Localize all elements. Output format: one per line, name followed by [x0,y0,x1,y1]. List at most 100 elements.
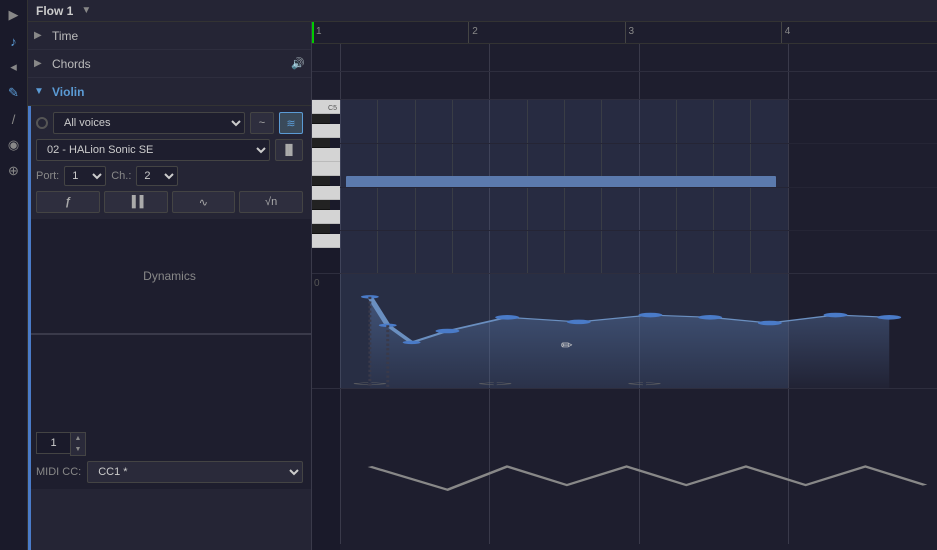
toolbar-point[interactable]: ◉ [3,134,25,156]
bar-line-1 [340,44,341,71]
wave-btn-2[interactable]: ≋ [279,112,303,134]
marker-4: 4 [781,22,791,43]
piano-key-white[interactable]: C5 [312,100,340,114]
chords-row-content[interactable] [340,72,937,100]
left-panel: ▶ Time ▶ Chords 🔊 ▼ Violin All voices [28,22,312,550]
wave-btn-1[interactable]: ~ [250,112,274,134]
flow-dropdown-arrow[interactable]: ▼ [81,5,91,16]
piano-key-white[interactable] [312,124,340,138]
midi-num-up[interactable]: ▲ [71,433,85,444]
midi-num-down[interactable]: ▼ [71,444,85,455]
violin-notes-row[interactable]: C5 [340,100,937,274]
piano-key-black[interactable] [312,114,330,124]
chords-track-header[interactable]: ▶ Chords 🔊 [28,50,311,78]
dynamics-row[interactable]: <> <> <> ✏ [340,274,937,389]
midi-cc-select-row: MIDI CC: CC1 * CC2 CC7 CC11 [36,461,303,483]
time-row-content [340,44,937,72]
midi-cc-select[interactable]: CC1 * CC2 CC7 CC11 [87,461,303,483]
bar-line-3 [639,44,640,71]
piano-key-black[interactable] [312,200,330,210]
violin-track-label: Violin [52,85,305,99]
chords-speaker-icon: 🔊 [291,57,305,70]
piano-key-white[interactable] [312,234,340,248]
piano-white-keys: C5 [312,100,340,273]
violin-expand-arrow: ▼ [34,86,48,97]
toolbar-extra[interactable]: ⊕ [3,160,25,182]
midi-cc-row[interactable] [340,389,937,544]
dynamics-label-area: Dynamics [28,219,311,334]
c5-label: C5 [328,105,337,112]
piano-key-white[interactable] [312,162,340,176]
piano-key-white[interactable] [312,186,340,200]
right-area: 1 2 3 4 [312,22,937,550]
voices-radio[interactable] [36,117,48,129]
chords-row-piano [312,72,340,100]
timeline: 1 2 3 4 [312,22,937,44]
svg-text:<>: <> [478,381,513,387]
piano-key-black[interactable] [312,224,330,234]
midi-cc-curve-svg [340,389,937,544]
chords-expand-arrow: ▶ [34,58,48,69]
piano-key-black[interactable] [312,176,330,186]
port-label: Port: [36,170,59,182]
violin-controls: All voices ~ ≋ 02 - HALion Sonic SE ▐▌ P… [28,106,311,219]
toolbar-pencil[interactable]: ✎ [3,82,25,104]
dynamics-zero-label: 0 [312,274,340,293]
midi-num-arrows: ▲ ▼ [70,432,86,456]
func-btn-bars[interactable]: ▐▐ [104,191,168,213]
piano-roll-area: C5 [312,44,937,550]
time-track-header[interactable]: ▶ Time [28,22,311,50]
violin-piano-keys: C5 [312,100,340,274]
midi-cc-label: MIDI CC: [36,466,81,478]
piano-key-white[interactable] [312,148,340,162]
h-line-2 [340,187,937,188]
timeline-markers-container: 1 2 3 4 [312,22,937,43]
piano-key-black[interactable] [312,138,330,148]
piano-keys: C5 [312,44,340,550]
midi-piano-area [312,389,340,544]
time-row-piano [312,44,340,72]
dynamics-piano-area: 0 [312,274,340,389]
port-ch-row: Port: 1 Ch.: 2 [36,166,303,186]
toolbar-note[interactable]: ♪ [3,30,25,52]
workspace: ▶ Time ▶ Chords 🔊 ▼ Violin All voices [28,22,937,550]
time-track-label: Time [52,29,305,43]
function-buttons: ƒ ▐▐ ∿ √n [36,191,303,213]
instrument-row: 02 - HALion Sonic SE ▐▌ [36,139,303,161]
voices-row: All voices ~ ≋ [36,112,303,134]
dynamics-curve-svg: <> <> <> [340,274,937,388]
midi-num-field[interactable] [36,432,70,454]
toolbar-cursor[interactable]: ◂ [3,56,25,78]
piano-key-white[interactable] [312,210,340,224]
func-btn-wave[interactable]: ∿ [172,191,236,213]
func-btn-f[interactable]: ƒ [36,191,100,213]
ch-select[interactable]: 2 [136,166,178,186]
marker-3: 3 [625,22,635,43]
bar-line-4 [788,44,789,71]
func-btn-sqrt[interactable]: √n [239,191,303,213]
chords-track-label: Chords [52,57,291,71]
chart-button[interactable]: ▐▌ [275,139,303,161]
voices-select[interactable]: All voices [53,112,245,134]
toolbar-line[interactable]: / [3,108,25,130]
toolbar-select[interactable]: ▶ [3,4,25,26]
track-content-area: C5 [340,44,937,550]
dynamics-label: Dynamics [143,269,196,283]
top-bar: Flow 1 ▼ [28,0,937,22]
h-line-3 [340,230,937,231]
pencil-cursor: ✏ [561,337,573,354]
time-expand-arrow: ▶ [34,30,48,41]
main-content: Flow 1 ▼ ▶ Time ▶ Chords 🔊 ▼ Violin [28,0,937,550]
port-select[interactable]: 1 [64,166,106,186]
marker-2: 2 [468,22,478,43]
left-toolbar: ▶ ♪ ◂ ✎ / ◉ ⊕ [0,0,28,550]
midi-bottom-area: ▲ ▼ MIDI CC: CC1 * CC2 CC7 CC11 [28,334,311,489]
violin-track-header[interactable]: ▼ Violin [28,78,311,106]
bar-line-2 [489,44,490,71]
svg-text:<>: <> [627,381,662,387]
ch-label: Ch.: [111,170,131,182]
flow-name: Flow 1 [36,4,73,18]
instrument-select[interactable]: 02 - HALion Sonic SE [36,139,270,161]
playhead [312,22,314,43]
h-line-1 [340,143,937,144]
